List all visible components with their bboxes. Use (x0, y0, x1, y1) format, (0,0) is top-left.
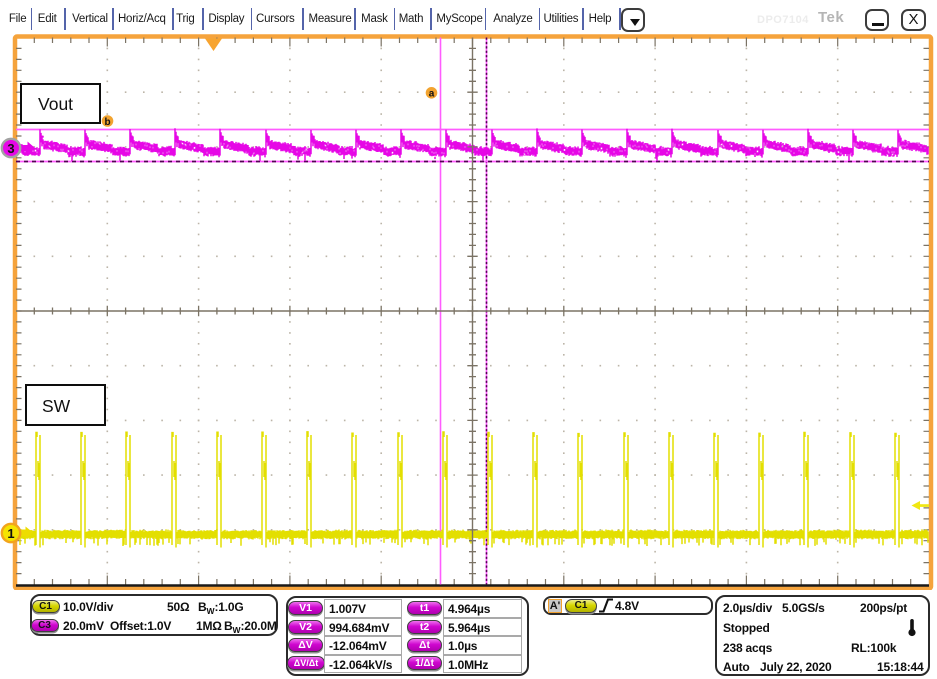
svg-text:3: 3 (7, 141, 14, 156)
svg-text:b: b (104, 117, 110, 128)
svg-text:a: a (429, 89, 435, 100)
svg-text:1: 1 (7, 526, 14, 541)
